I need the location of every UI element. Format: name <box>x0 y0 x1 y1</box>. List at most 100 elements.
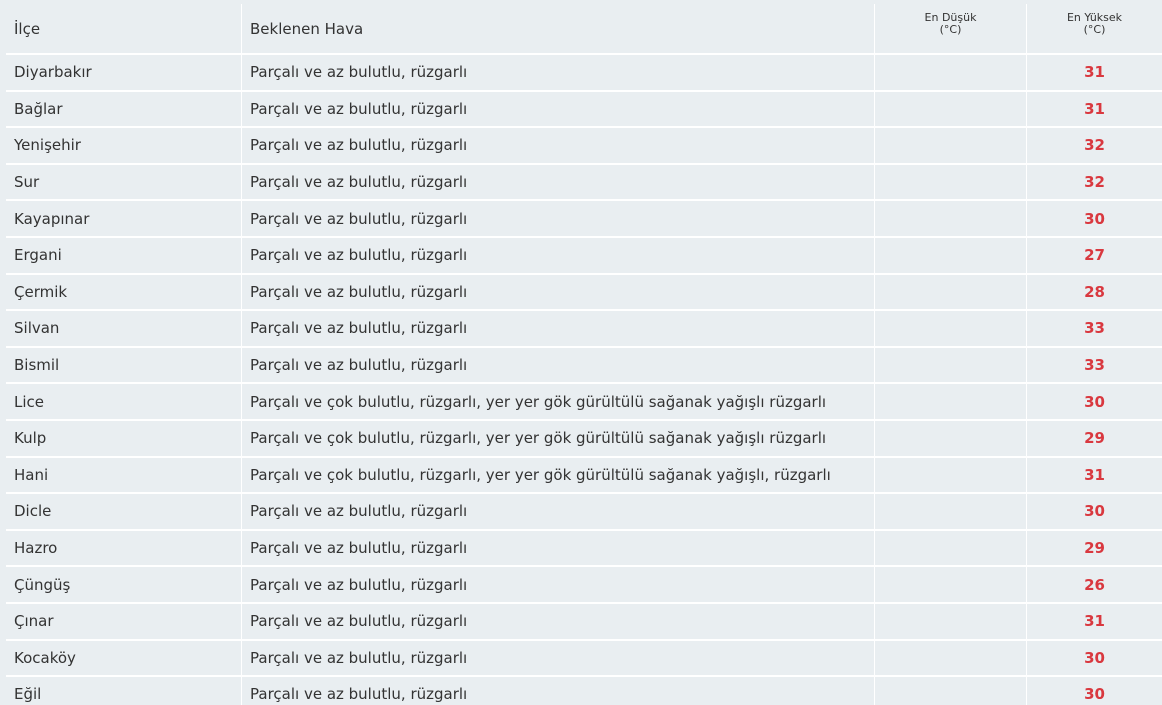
weather-cell: Parçalı ve az bulutlu, rüzgarlı <box>242 640 875 678</box>
max-temp-cell: 31 <box>1027 55 1162 92</box>
min-temp-cell <box>875 494 1027 531</box>
table-row: Kayapınar Parçalı ve az bulutlu, rüzgarlı… <box>6 201 1162 238</box>
table-row: Diyarbakır Parçalı ve az bulutlu, rüzgarl… <box>6 55 1162 92</box>
header-min-temp: En Düşük (°C) <box>875 4 1027 55</box>
district-cell: Kulp <box>6 420 242 458</box>
max-temp-cell: 33 <box>1027 311 1162 348</box>
header-weather: Beklenen Hava <box>242 4 875 55</box>
weather-cell: Parçalı ve az bulutlu, rüzgarlı <box>242 201 875 238</box>
table-body: Diyarbakır Parçalı ve az bulutlu, rüzgarl… <box>6 55 1162 705</box>
weather-cell: Parçalı ve az bulutlu, rüzgarlı <box>242 494 875 531</box>
weather-cell: Parçalı ve az bulutlu, rüzgarlı <box>242 164 875 202</box>
district-cell: Silvan <box>6 311 242 348</box>
min-temp-cell <box>875 237 1027 275</box>
weather-cell: Parçalı ve az bulutlu, rüzgarlı <box>242 237 875 275</box>
header-max-temp-unit: (°C) <box>1083 23 1106 36</box>
max-temp-cell: 30 <box>1027 640 1162 678</box>
table-row: Silvan Parçalı ve az bulutlu, rüzgarlı 33 <box>6 311 1162 348</box>
district-cell: Yenişehir <box>6 128 242 165</box>
district-cell: Lice <box>6 384 242 421</box>
max-temp-cell: 31 <box>1027 457 1162 495</box>
weather-cell: Parçalı ve az bulutlu, rüzgarlı <box>242 530 875 568</box>
district-cell: Kayapınar <box>6 201 242 238</box>
table-row: Çüngüş Parçalı ve az bulutlu, rüzgarlı 26 <box>6 567 1162 604</box>
max-temp-cell: 33 <box>1027 347 1162 385</box>
table-row: Hani Parçalı ve çok bulutlu, rüzgarlı, ye… <box>6 457 1162 495</box>
max-temp-cell: 32 <box>1027 128 1162 165</box>
min-temp-cell <box>875 91 1027 129</box>
weather-cell: Parçalı ve az bulutlu, rüzgarlı <box>242 567 875 604</box>
max-temp-cell: 30 <box>1027 494 1162 531</box>
district-cell: Dicle <box>6 494 242 531</box>
table-row: Ergani Parçalı ve az bulutlu, rüzgarlı 27 <box>6 237 1162 275</box>
forecast-page: İlçe Beklenen Hava En Düşük (°C) En Yüks… <box>0 0 1162 705</box>
header-max-temp: En Yüksek (°C) <box>1027 4 1162 55</box>
max-temp-cell: 26 <box>1027 567 1162 604</box>
min-temp-cell <box>875 55 1027 92</box>
district-cell: Kocaköy <box>6 640 242 678</box>
header-row: İlçe Beklenen Hava En Düşük (°C) En Yüks… <box>6 4 1162 55</box>
max-temp-cell: 32 <box>1027 164 1162 202</box>
max-temp-cell: 29 <box>1027 530 1162 568</box>
weather-cell: Parçalı ve az bulutlu, rüzgarlı <box>242 128 875 165</box>
min-temp-cell <box>875 201 1027 238</box>
table-row: Bismil Parçalı ve az bulutlu, rüzgarlı 33 <box>6 347 1162 385</box>
weather-cell: Parçalı ve çok bulutlu, rüzgarlı, yer ye… <box>242 457 875 495</box>
table-row: Hazro Parçalı ve az bulutlu, rüzgarlı 29 <box>6 530 1162 568</box>
table-row: Dicle Parçalı ve az bulutlu, rüzgarlı 30 <box>6 494 1162 531</box>
district-cell: Hazro <box>6 530 242 568</box>
table-row: Çınar Parçalı ve az bulutlu, rüzgarlı 31 <box>6 603 1162 641</box>
table-header: İlçe Beklenen Hava En Düşük (°C) En Yüks… <box>6 4 1162 55</box>
district-cell: Bismil <box>6 347 242 385</box>
weather-cell: Parçalı ve az bulutlu, rüzgarlı <box>242 311 875 348</box>
weather-cell: Parçalı ve az bulutlu, rüzgarlı <box>242 347 875 385</box>
weather-cell: Parçalı ve az bulutlu, rüzgarlı <box>242 55 875 92</box>
district-cell: Çermik <box>6 274 242 312</box>
min-temp-cell <box>875 457 1027 495</box>
district-cell: Hani <box>6 457 242 495</box>
min-temp-cell <box>875 347 1027 385</box>
max-temp-cell: 30 <box>1027 677 1162 705</box>
max-temp-cell: 31 <box>1027 603 1162 641</box>
district-cell: Diyarbakır <box>6 55 242 92</box>
district-cell: Ergani <box>6 237 242 275</box>
table-row: Eğil Parçalı ve az bulutlu, rüzgarlı 30 <box>6 677 1162 705</box>
weather-cell: Parçalı ve az bulutlu, rüzgarlı <box>242 91 875 129</box>
max-temp-cell: 28 <box>1027 274 1162 312</box>
min-temp-cell <box>875 384 1027 421</box>
min-temp-cell <box>875 603 1027 641</box>
min-temp-cell <box>875 530 1027 568</box>
min-temp-cell <box>875 164 1027 202</box>
max-temp-cell: 30 <box>1027 201 1162 238</box>
table-row: Kocaköy Parçalı ve az bulutlu, rüzgarlı 30 <box>6 640 1162 678</box>
weather-cell: Parçalı ve az bulutlu, rüzgarlı <box>242 603 875 641</box>
max-temp-cell: 27 <box>1027 237 1162 275</box>
min-temp-cell <box>875 677 1027 705</box>
weather-cell: Parçalı ve çok bulutlu, rüzgarlı, yer ye… <box>242 384 875 421</box>
table-row: Kulp Parçalı ve çok bulutlu, rüzgarlı, ye… <box>6 420 1162 458</box>
table-row: Yenişehir Parçalı ve az bulutlu, rüzgarlı… <box>6 128 1162 165</box>
table-row: Lice Parçalı ve çok bulutlu, rüzgarlı, ye… <box>6 384 1162 421</box>
district-cell: Bağlar <box>6 91 242 129</box>
district-cell: Eğil <box>6 677 242 705</box>
district-cell: Çüngüş <box>6 567 242 604</box>
max-temp-cell: 29 <box>1027 420 1162 458</box>
min-temp-cell <box>875 311 1027 348</box>
min-temp-cell <box>875 567 1027 604</box>
max-temp-cell: 30 <box>1027 384 1162 421</box>
district-cell: Sur <box>6 164 242 202</box>
district-forecast-table: İlçe Beklenen Hava En Düşük (°C) En Yüks… <box>6 4 1162 705</box>
header-min-temp-unit: (°C) <box>939 23 962 36</box>
weather-cell: Parçalı ve az bulutlu, rüzgarlı <box>242 677 875 705</box>
min-temp-cell <box>875 274 1027 312</box>
weather-cell: Parçalı ve az bulutlu, rüzgarlı <box>242 274 875 312</box>
table-row: Sur Parçalı ve az bulutlu, rüzgarlı 32 <box>6 164 1162 202</box>
header-district: İlçe <box>6 4 242 55</box>
min-temp-cell <box>875 640 1027 678</box>
table-row: Bağlar Parçalı ve az bulutlu, rüzgarlı 31 <box>6 91 1162 129</box>
table-row: Çermik Parçalı ve az bulutlu, rüzgarlı 28 <box>6 274 1162 312</box>
min-temp-cell <box>875 128 1027 165</box>
min-temp-cell <box>875 420 1027 458</box>
weather-cell: Parçalı ve çok bulutlu, rüzgarlı, yer ye… <box>242 420 875 458</box>
district-cell: Çınar <box>6 603 242 641</box>
